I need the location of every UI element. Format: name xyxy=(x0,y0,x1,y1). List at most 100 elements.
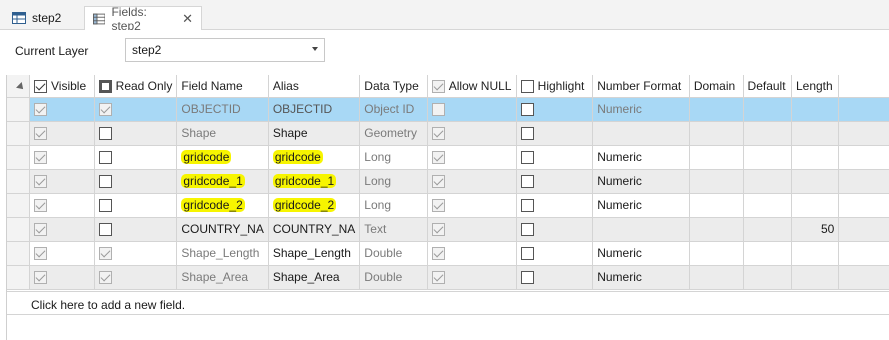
cell-domain[interactable] xyxy=(689,145,744,170)
cell-alias[interactable]: gridcode xyxy=(268,145,361,170)
cell-visible[interactable] xyxy=(29,265,95,290)
cell-field-name[interactable]: OBJECTID xyxy=(176,97,269,122)
cell-domain[interactable] xyxy=(689,193,744,218)
cell-highlight[interactable] xyxy=(516,265,594,290)
cell-visible[interactable] xyxy=(29,193,95,218)
visible-checkbox[interactable] xyxy=(34,175,47,189)
cell-alias[interactable]: Shape_Area xyxy=(268,265,361,290)
cell-visible[interactable] xyxy=(29,145,95,170)
cell-data-type[interactable]: Text xyxy=(359,217,428,242)
table-row[interactable]: gridcode_2 gridcode_2 Long Numeric xyxy=(7,193,889,218)
highlight-checkbox[interactable] xyxy=(520,103,534,117)
cell-domain[interactable] xyxy=(689,265,744,290)
cell-length[interactable] xyxy=(791,169,840,194)
col-data-type[interactable]: Data Type xyxy=(359,75,428,98)
cell-highlight[interactable] xyxy=(516,169,594,194)
read-only-checkbox[interactable] xyxy=(98,247,112,261)
allow-null-checkbox[interactable] xyxy=(431,223,445,237)
cell-read-only[interactable] xyxy=(94,97,178,122)
highlight-checkbox[interactable] xyxy=(520,247,534,261)
read-only-checkbox[interactable] xyxy=(98,175,112,189)
col-number-format[interactable]: Number Format xyxy=(592,75,690,98)
cell-default[interactable] xyxy=(743,193,792,218)
add-new-field-row[interactable]: Click here to add a new field. xyxy=(7,291,889,315)
highlight-checkbox[interactable] xyxy=(520,271,534,285)
col-alias[interactable]: Alias xyxy=(268,75,361,98)
cell-domain[interactable] xyxy=(689,97,744,122)
cell-read-only[interactable] xyxy=(94,217,178,242)
cell-number-format[interactable]: Numeric xyxy=(592,145,690,170)
cell-alias[interactable]: gridcode_2 xyxy=(268,193,361,218)
cell-data-type[interactable]: Long xyxy=(359,169,428,194)
table-row[interactable]: gridcode_1 gridcode_1 Long Numeric xyxy=(7,169,889,194)
allow-null-checkbox[interactable] xyxy=(431,103,445,117)
cell-field-name[interactable]: gridcode_2 xyxy=(176,193,269,218)
col-allow-null[interactable]: Allow NULL xyxy=(427,75,517,98)
cell-data-type[interactable]: Double xyxy=(359,241,428,266)
visible-checkbox[interactable] xyxy=(34,127,47,141)
cell-allow-null[interactable] xyxy=(427,169,517,194)
col-default[interactable]: Default xyxy=(743,75,792,98)
cell-field-name[interactable]: Shape_Length xyxy=(176,241,269,266)
cell-read-only[interactable] xyxy=(94,265,178,290)
visible-checkbox[interactable] xyxy=(34,223,47,237)
cell-field-name[interactable]: Shape xyxy=(176,121,269,146)
cell-highlight[interactable] xyxy=(516,97,594,122)
cell-domain[interactable] xyxy=(689,169,744,194)
read-only-all-checkbox[interactable] xyxy=(98,79,112,93)
tab-fields-step2[interactable]: Fields: step2 ✕ xyxy=(84,5,202,33)
allow-null-checkbox[interactable] xyxy=(431,271,445,285)
table-row[interactable]: COUNTRY_NA COUNTRY_NA Text 50 xyxy=(7,217,889,242)
cell-read-only[interactable] xyxy=(94,145,178,170)
cell-read-only[interactable] xyxy=(94,193,178,218)
cell-length[interactable]: 50 xyxy=(791,217,840,242)
cell-default[interactable] xyxy=(743,217,792,242)
cell-allow-null[interactable] xyxy=(427,145,517,170)
table-row[interactable]: OBJECTID OBJECTID Object ID Numeric xyxy=(7,97,889,122)
table-row[interactable]: Shape Shape Geometry xyxy=(7,121,889,146)
cell-read-only[interactable] xyxy=(94,121,178,146)
cell-highlight[interactable] xyxy=(516,217,594,242)
current-layer-dropdown[interactable]: step2 xyxy=(125,38,325,62)
cell-length[interactable] xyxy=(791,241,840,266)
cell-highlight[interactable] xyxy=(516,193,594,218)
read-only-checkbox[interactable] xyxy=(98,223,112,237)
cell-number-format[interactable]: Numeric xyxy=(592,265,690,290)
col-highlight[interactable]: Highlight xyxy=(516,75,594,98)
row-header[interactable] xyxy=(7,145,30,170)
cell-allow-null[interactable] xyxy=(427,121,517,146)
select-all-corner[interactable] xyxy=(7,75,30,98)
cell-domain[interactable] xyxy=(689,241,744,266)
cell-length[interactable] xyxy=(791,193,840,218)
cell-length[interactable] xyxy=(791,265,840,290)
cell-length[interactable] xyxy=(791,97,840,122)
row-header[interactable] xyxy=(7,97,30,122)
visible-all-checkbox[interactable] xyxy=(34,79,47,93)
table-row[interactable]: gridcode gridcode Long Numeric xyxy=(7,145,889,170)
cell-number-format[interactable]: Numeric xyxy=(592,193,690,218)
cell-alias[interactable]: COUNTRY_NA xyxy=(268,217,361,242)
cell-allow-null[interactable] xyxy=(427,265,517,290)
read-only-checkbox[interactable] xyxy=(98,199,112,213)
cell-default[interactable] xyxy=(743,241,792,266)
cell-number-format[interactable]: Numeric xyxy=(592,169,690,194)
cell-number-format[interactable]: Numeric xyxy=(592,97,690,122)
visible-checkbox[interactable] xyxy=(34,103,47,117)
cell-visible[interactable] xyxy=(29,97,95,122)
cell-data-type[interactable]: Long xyxy=(359,145,428,170)
cell-field-name[interactable]: Shape_Area xyxy=(176,265,269,290)
cell-field-name[interactable]: gridcode xyxy=(176,145,269,170)
cell-visible[interactable] xyxy=(29,241,95,266)
highlight-checkbox[interactable] xyxy=(520,175,534,189)
col-read-only[interactable]: Read Only xyxy=(94,75,178,98)
cell-number-format[interactable]: Numeric xyxy=(592,241,690,266)
cell-length[interactable] xyxy=(791,121,840,146)
cell-domain[interactable] xyxy=(689,217,744,242)
cell-data-type[interactable]: Long xyxy=(359,193,428,218)
cell-allow-null[interactable] xyxy=(427,97,517,122)
cell-visible[interactable] xyxy=(29,121,95,146)
cell-alias[interactable]: OBJECTID xyxy=(268,97,361,122)
cell-highlight[interactable] xyxy=(516,145,594,170)
row-header[interactable] xyxy=(7,217,30,242)
close-icon[interactable]: ✕ xyxy=(182,11,193,27)
